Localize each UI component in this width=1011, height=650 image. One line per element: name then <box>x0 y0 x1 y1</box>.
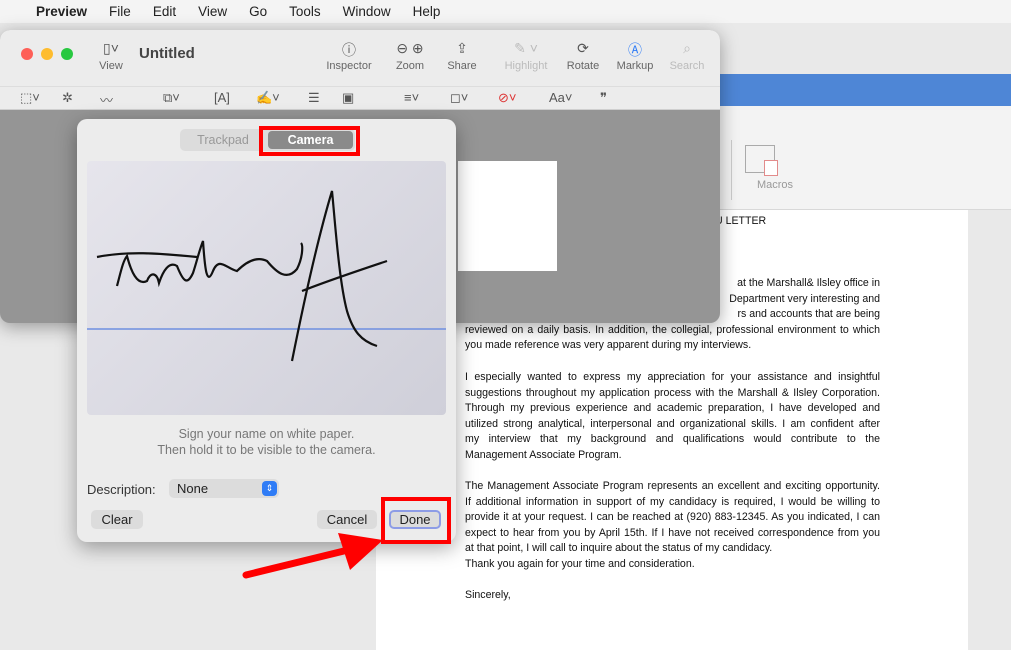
document-title: Untitled <box>139 45 195 62</box>
text-line: utilized strong analytical, interpersona… <box>465 417 880 430</box>
word-title-bar <box>700 74 1011 106</box>
signature-instructions: Sign your name on white paper. Then hold… <box>157 427 376 457</box>
red-arrow-icon <box>242 533 383 579</box>
menu-edit[interactable]: Edit <box>153 4 176 19</box>
text-line: reviewed on a daily basis. In addition, … <box>465 323 880 336</box>
camera-preview <box>87 161 446 415</box>
text-line: suggestions throughout my application pr… <box>465 386 880 399</box>
tab-trackpad[interactable]: Trackpad <box>182 129 264 151</box>
minimize-button[interactable] <box>41 48 53 60</box>
text-line: Management Associate Program. <box>465 448 622 461</box>
menu-help[interactable]: Help <box>413 4 441 19</box>
search-icon: ⌕ <box>683 40 691 56</box>
zoom-window-button[interactable] <box>61 48 73 60</box>
text-line: Thank you again for your time and consid… <box>465 557 695 570</box>
menu-go[interactable]: Go <box>249 4 267 19</box>
fill-color-icon[interactable]: ⊘˅ <box>498 90 516 106</box>
menu-file[interactable]: File <box>109 4 131 19</box>
menu-window[interactable]: Window <box>343 4 391 19</box>
rotate-button[interactable]: ⟳ Rotate <box>564 40 602 72</box>
menu-tools[interactable]: Tools <box>289 4 321 19</box>
share-button[interactable]: ⇪ Share <box>444 40 480 72</box>
signature-panel: Trackpad Camera Sign your name on white … <box>77 119 456 542</box>
signature-image <box>87 190 446 362</box>
text-line: my interview that my background and qual… <box>465 433 880 445</box>
text-line: The Management Associate Program represe… <box>465 480 880 492</box>
preview-toolbar: ▯˅ View Untitled ⓘ Inspector ⊖ ⊕ Zoom ⇪ Shar… <box>0 30 720 110</box>
document-canvas <box>458 161 557 271</box>
menu-view[interactable]: View <box>198 4 227 19</box>
paragraph-2: I especially wanted to express my apprec… <box>465 370 880 463</box>
text-line: I especially wanted to express my apprec… <box>465 371 880 383</box>
clear-button[interactable]: Clear <box>91 510 143 529</box>
search-button[interactable]: ⌕ Search <box>667 40 707 72</box>
macros-label: Macros <box>756 179 794 191</box>
page-layout-icon[interactable]: ▣ <box>342 90 354 106</box>
instant-alpha-icon[interactable]: ✲ <box>62 90 73 106</box>
inspector-button[interactable]: ⓘ Inspector <box>320 40 378 72</box>
text-line: Through my previous experience and acade… <box>465 402 880 414</box>
zoom-button[interactable]: ⊖ ⊕ Zoom <box>388 40 432 72</box>
menu-bar: Preview File Edit View Go Tools Window H… <box>0 0 1011 23</box>
note-icon[interactable]: ❞ <box>600 90 607 106</box>
adjust-color-icon[interactable]: ☰ <box>308 90 320 106</box>
macros-icon <box>745 145 778 176</box>
sidebar-icon: ▯˅ <box>103 40 119 56</box>
highlight-button[interactable]: ✎ ˅ Highlight <box>500 40 552 72</box>
text-box-icon[interactable]: [A] <box>214 90 230 105</box>
markup-icon: Ⓐ <box>628 42 642 58</box>
info-icon: ⓘ <box>342 42 356 58</box>
menu-app[interactable]: Preview <box>36 4 87 19</box>
text-line: provide it at your request. I can be rea… <box>465 511 880 523</box>
rotate-icon: ⟳ <box>577 40 589 56</box>
camera-highlight-box <box>259 126 360 156</box>
border-color-icon[interactable]: ◻˅ <box>450 90 468 106</box>
shapes-icon[interactable]: ⧉˅ <box>163 90 180 106</box>
share-icon: ⇪ <box>456 40 468 56</box>
stepper-icon: ⇕ <box>262 481 277 496</box>
line-style-icon[interactable]: ≡˅ <box>404 90 419 105</box>
view-button[interactable]: ▯˅ View <box>95 40 127 72</box>
text-line: expect to hear from you by April 15th. I… <box>465 526 880 539</box>
highlight-icon: ✎ ˅ <box>514 40 538 56</box>
ribbon-divider <box>731 140 732 200</box>
paragraph-3: The Management Associate Program represe… <box>465 479 880 572</box>
macros-button[interactable]: Macros <box>745 145 805 191</box>
description-select[interactable]: None ⇕ <box>169 479 279 498</box>
text-line: you made reference was very apparent dur… <box>465 339 752 351</box>
closing: Sincerely, <box>465 589 511 601</box>
text-line: If additional information in support of … <box>465 495 880 508</box>
markup-button[interactable]: Ⓐ Markup <box>613 40 657 72</box>
zoom-icon: ⊖ ⊕ <box>396 40 424 56</box>
sketch-icon[interactable]: 〰 <box>100 90 113 109</box>
selection-tool-icon[interactable]: ⬚˅ <box>20 90 40 106</box>
text-style-button[interactable]: Aa˅ <box>549 90 573 105</box>
description-label: Description: <box>87 482 156 497</box>
close-button[interactable] <box>21 48 33 60</box>
markup-toolbar: ⬚˅ ✲ 〰 ⧉˅ [A] ✍˅ ☰ ▣ ≡˅ ◻˅ ⊘˅ Aa˅ ❞ <box>0 86 720 110</box>
done-highlight-box <box>381 497 451 544</box>
signature-icon[interactable]: ✍˅ <box>256 90 280 106</box>
text-line: at that point, I will call to inquire ab… <box>465 542 773 554</box>
